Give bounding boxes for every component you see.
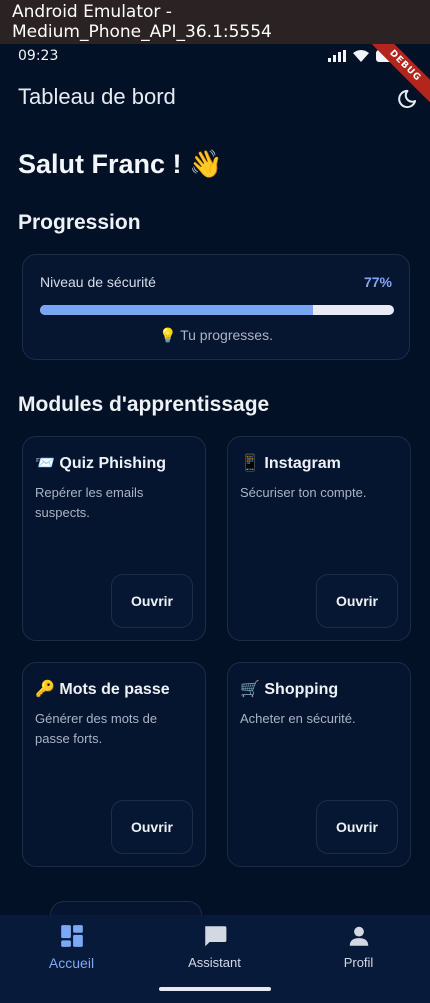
progress-card: Niveau de sécurité 77% 💡 Tu progresses. bbox=[22, 254, 410, 360]
security-level-label: Niveau de sécurité bbox=[40, 274, 156, 290]
module-description: Acheter en sécurité. bbox=[240, 711, 356, 726]
open-mots-de-passe-button[interactable]: Ouvrir bbox=[111, 800, 193, 854]
bottom-navigation: Accueil Assistant Profil bbox=[0, 915, 430, 1003]
dashboard-icon bbox=[60, 925, 83, 947]
greeting-title: Salut Franc ! 👋 bbox=[18, 149, 223, 179]
signal-icon bbox=[328, 50, 346, 62]
wifi-icon bbox=[353, 50, 369, 62]
modules-section-title: Modules d'apprentissage bbox=[18, 393, 270, 416]
security-progress-fill bbox=[40, 305, 313, 315]
emulator-title-bar: Android Emulator - Medium_Phone_API_36.1… bbox=[0, 0, 430, 44]
nav-item-profil[interactable]: Profil bbox=[287, 923, 430, 970]
emulator-title: Android Emulator - Medium_Phone_API_36.1… bbox=[12, 2, 272, 42]
module-title: 🔑 Mots de passe bbox=[35, 681, 170, 698]
nav-label-assistant: Assistant bbox=[188, 955, 241, 970]
person-icon bbox=[349, 926, 368, 946]
security-level-percent: 77% bbox=[363, 274, 392, 290]
status-bar: 09:23 bbox=[0, 44, 430, 72]
security-progress-bar bbox=[40, 305, 394, 315]
nav-label-accueil: Accueil bbox=[48, 955, 95, 971]
module-description: Sécuriser ton compte. bbox=[240, 485, 367, 500]
module-card-mots-de-passe: 🔑 Mots de passe Générer des mots de pass… bbox=[22, 662, 206, 867]
module-card-instagram: 📱 Instagram Sécuriser ton compte. Ouvrir bbox=[227, 436, 411, 641]
open-shopping-button[interactable]: Ouvrir bbox=[316, 800, 398, 854]
phone-screen: 09:23 DEBUG Tableau de bord Salut Franc … bbox=[0, 44, 430, 1003]
module-description: Repérer les emails suspects. bbox=[35, 485, 144, 520]
open-instagram-button[interactable]: Ouvrir bbox=[316, 574, 398, 628]
moon-icon[interactable] bbox=[396, 88, 418, 110]
nav-label-profil: Profil bbox=[343, 955, 374, 970]
progress-tip: 💡 Tu progresses. bbox=[159, 327, 273, 343]
module-card-quiz-phishing: 📨 Quiz Phishing Repérer les emails suspe… bbox=[22, 436, 206, 641]
module-description: Générer des mots de passe forts. bbox=[35, 711, 158, 746]
module-title: 🛒 Shopping bbox=[240, 681, 339, 698]
open-quiz-phishing-button[interactable]: Ouvrir bbox=[111, 574, 193, 628]
module-card-shopping: 🛒 Shopping Acheter en sécurité. Ouvrir bbox=[227, 662, 411, 867]
nav-item-assistant[interactable]: Assistant bbox=[143, 923, 286, 970]
module-title: 📨 Quiz Phishing bbox=[35, 455, 167, 472]
chat-icon bbox=[204, 926, 226, 947]
status-time: 09:23 bbox=[18, 48, 59, 64]
app-bar-title: Tableau de bord bbox=[18, 84, 176, 109]
nav-item-accueil[interactable]: Accueil bbox=[0, 923, 143, 971]
progress-section-title: Progression bbox=[18, 211, 141, 234]
module-title: 📱 Instagram bbox=[240, 455, 341, 472]
app-bar: Tableau de bord bbox=[18, 84, 418, 116]
home-indicator[interactable] bbox=[159, 987, 271, 991]
